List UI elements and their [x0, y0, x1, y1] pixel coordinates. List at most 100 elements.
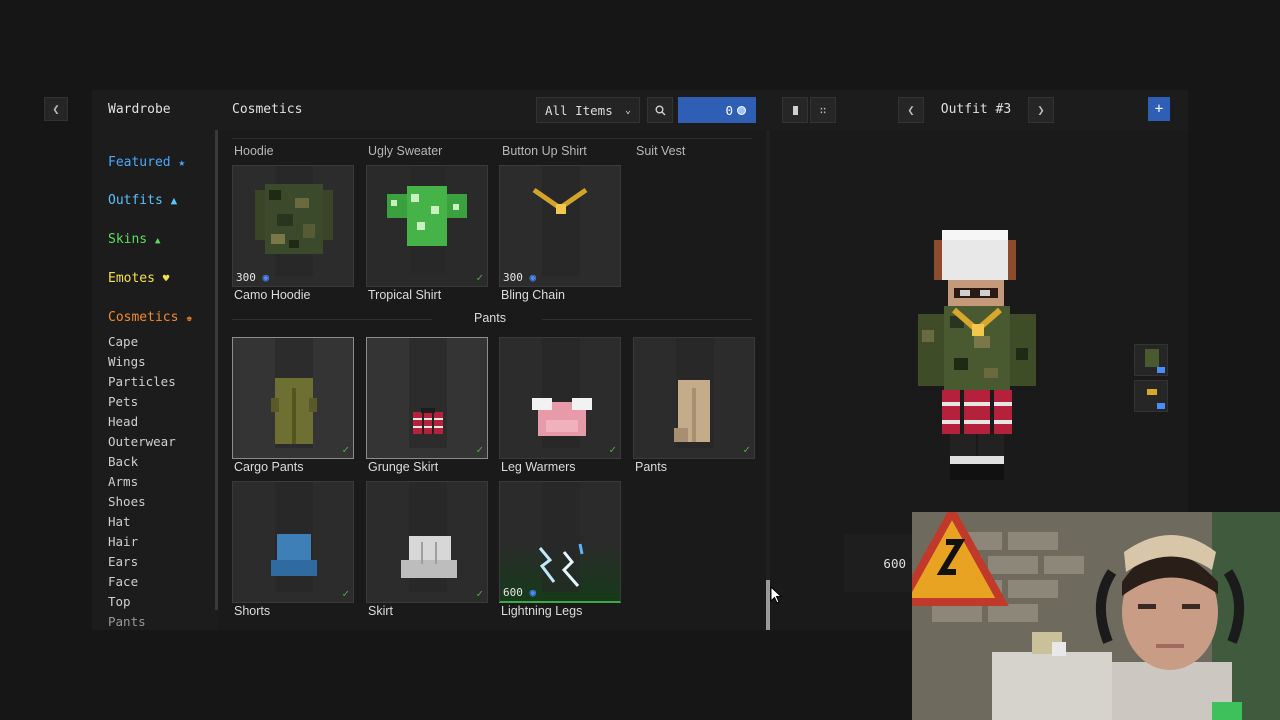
sidebar-sub-pants[interactable]: Pants: [108, 614, 146, 629]
grid-view-button[interactable]: ∷: [810, 97, 836, 123]
bling-chain-preview: [532, 187, 588, 214]
owned-check-icon: ✓: [476, 587, 483, 600]
chevron-left-icon: ❮: [907, 103, 915, 117]
chevron-right-icon: ❯: [1037, 103, 1045, 117]
tropical-shirt-preview: [387, 186, 467, 246]
cosmetics-title: Cosmetics: [232, 102, 303, 117]
sidebar-sub-back[interactable]: Back: [108, 454, 138, 469]
star-icon: ★: [178, 156, 186, 169]
sidebar-item-outfits[interactable]: Outfits ▲: [108, 193, 177, 208]
section-title-pants: Pants: [474, 311, 506, 325]
sidebar-sub-cape[interactable]: Cape: [108, 334, 138, 349]
item-tile-lightning-legs[interactable]: 600 ◉: [499, 481, 621, 603]
webcam-feed: [912, 512, 1280, 720]
sidebar-item-label: Cosmetics: [108, 310, 179, 325]
cosmetics-grid: Hoodie Ugly Sweater Button Up Shirt Suit…: [222, 130, 766, 630]
equipped-slot-chain[interactable]: [1134, 380, 1168, 412]
sidebar-item-label: Skins: [108, 232, 148, 247]
single-view-button[interactable]: [782, 97, 808, 123]
sidebar-sub-head[interactable]: Head: [108, 414, 138, 429]
back-button[interactable]: ❮: [44, 97, 68, 121]
item-tile-camo-hoodie[interactable]: 300 ◉: [232, 165, 354, 287]
coin-balance: 0: [725, 102, 733, 118]
equipped-slot-hoodie[interactable]: [1134, 344, 1168, 376]
mannequin-shadow: [542, 166, 580, 276]
item-tile-skirt[interactable]: ✓: [366, 481, 488, 603]
pants-preview: [674, 380, 710, 442]
sidebar-sub-arms[interactable]: Arms: [108, 474, 138, 489]
top-bar: Wardrobe Cosmetics All Items ⌄ 0 ∷ ❮ Out…: [92, 90, 1188, 130]
item-price: 600 ◉: [503, 586, 537, 599]
owned-check-icon: ✓: [476, 443, 483, 456]
grid-icon: ∷: [819, 103, 827, 117]
sidebar-item-emotes[interactable]: Emotes ♥: [108, 271, 169, 286]
sidebar-sub-particles[interactable]: Particles: [108, 374, 176, 389]
item-label: Button Up Shirt: [502, 144, 587, 158]
search-icon: [655, 105, 665, 115]
item-price: 300 ◉: [503, 271, 537, 284]
coin-icon: ◉: [529, 586, 537, 599]
item-label: Camo Hoodie: [234, 288, 311, 302]
sidebar-sub-face[interactable]: Face: [108, 574, 138, 589]
sidebar-item-label: Featured: [108, 155, 171, 170]
outfit-total-price[interactable]: 600: [844, 534, 912, 592]
leg-warmers-preview: [532, 398, 592, 436]
sidebar: Featured ★ Outfits ▲ Skins ▲ Emotes ♥ Co…: [92, 130, 218, 630]
item-tile-grunge-skirt[interactable]: ✓: [366, 337, 488, 459]
item-label: Bling Chain: [501, 288, 565, 302]
item-tile-bling-chain[interactable]: 300 ◉: [499, 165, 621, 287]
coin-icon: ◉: [262, 271, 270, 284]
equipped-chain-icon: [1147, 389, 1157, 395]
mouse-cursor-icon: [770, 586, 782, 604]
item-label: Leg Warmers: [501, 460, 576, 474]
search-button[interactable]: [647, 97, 673, 123]
sidebar-sub-outerwear[interactable]: Outerwear: [108, 434, 176, 449]
sidebar-sub-hat[interactable]: Hat: [108, 514, 131, 529]
sidebar-sub-wings[interactable]: Wings: [108, 354, 146, 369]
outfit-title: Outfit #3: [940, 102, 1012, 117]
prev-outfit-button[interactable]: ❮: [898, 97, 924, 123]
lightning-legs-preview: [538, 543, 584, 587]
shirt-icon: ▲: [170, 194, 178, 207]
sidebar-scrollbar[interactable]: [215, 130, 218, 610]
item-tile-pants[interactable]: ✓: [633, 337, 755, 459]
filter-dropdown[interactable]: All Items ⌄: [536, 97, 640, 123]
owned-check-icon: ✓: [743, 443, 750, 456]
chevron-left-icon: ❮: [52, 102, 60, 116]
item-label: Suit Vest: [636, 144, 686, 158]
sidebar-sub-pets[interactable]: Pets: [108, 394, 138, 409]
owned-check-icon: ✓: [609, 443, 616, 456]
add-outfit-button[interactable]: +: [1148, 97, 1170, 121]
skirt-preview: [401, 536, 457, 578]
item-tile-leg-warmers[interactable]: ✓: [499, 337, 621, 459]
sidebar-sub-ears[interactable]: Ears: [108, 554, 138, 569]
chevron-down-icon: ⌄: [624, 104, 631, 116]
item-price: 300 ◉: [236, 271, 270, 284]
sidebar-sub-hair[interactable]: Hair: [108, 534, 138, 549]
item-label: Grunge Skirt: [368, 460, 439, 474]
player-character-preview[interactable]: [914, 226, 1038, 484]
item-tile-tropical-shirt[interactable]: ✓: [366, 165, 488, 287]
sidebar-item-featured[interactable]: Featured ★: [108, 155, 185, 170]
grunge-skirt-preview: [413, 408, 443, 434]
item-tile-cargo-pants[interactable]: ✓: [232, 337, 354, 459]
coin-icon: [737, 105, 746, 115]
divider: [232, 319, 432, 320]
sidebar-item-cosmetics[interactable]: Cosmetics ♚: [108, 310, 192, 325]
item-label: Pants: [635, 460, 667, 474]
heart-icon: ♥: [162, 272, 170, 285]
sidebar-sub-shoes[interactable]: Shoes: [108, 494, 146, 509]
camo-hoodie-preview: [255, 184, 333, 254]
sidebar-item-skins[interactable]: Skins ▲: [108, 232, 160, 247]
cart-icon: [1157, 403, 1165, 409]
coin-balance-button[interactable]: 0: [678, 97, 756, 123]
item-tile-shorts[interactable]: ✓: [232, 481, 354, 603]
next-outfit-button[interactable]: ❯: [1028, 97, 1054, 123]
plus-icon: +: [1154, 101, 1164, 117]
owned-check-icon: ✓: [342, 587, 349, 600]
item-label: Tropical Shirt: [368, 288, 442, 302]
sidebar-sub-top[interactable]: Top: [108, 594, 131, 609]
owned-check-icon: ✓: [342, 443, 349, 456]
grid-scrollbar-track[interactable]: [766, 130, 770, 630]
item-label: Skirt: [368, 604, 393, 618]
